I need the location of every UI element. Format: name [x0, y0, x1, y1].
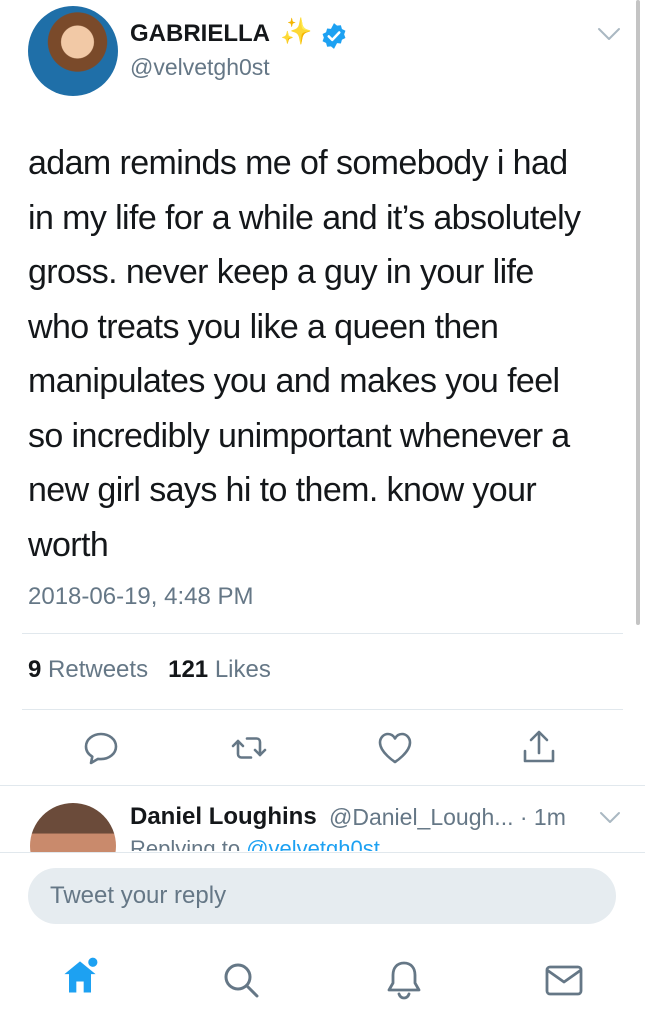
chevron-down-icon[interactable]: [595, 24, 623, 44]
share-icon[interactable]: [519, 728, 559, 768]
replying-prefix: Replying to: [130, 836, 241, 851]
scrollbar[interactable]: [636, 0, 640, 625]
reply-author-name[interactable]: Daniel Loughins: [130, 803, 317, 831]
divider: [0, 785, 645, 786]
like-count: 121: [168, 656, 209, 683]
reply-icon[interactable]: [81, 728, 121, 768]
home-icon[interactable]: [58, 954, 102, 998]
retweet-count: 9: [28, 656, 42, 683]
search-icon[interactable]: [219, 958, 263, 1002]
sparkles-emoji: ✨: [280, 16, 313, 46]
verified-badge-icon: [322, 23, 346, 49]
author-handle[interactable]: @velvetgh0st: [130, 54, 270, 81]
reply-input[interactable]: [28, 868, 616, 924]
author-avatar[interactable]: [28, 6, 118, 96]
retweet-icon[interactable]: [229, 728, 269, 768]
likes-stat[interactable]: 121 Likes: [168, 656, 271, 683]
like-icon[interactable]: [375, 728, 415, 768]
divider: [22, 633, 623, 634]
retweets-label: Retweets: [48, 656, 149, 683]
chevron-down-icon[interactable]: [597, 809, 623, 827]
divider: [22, 709, 623, 710]
tweet-timestamp: 2018-06-19, 4:48 PM: [28, 583, 254, 610]
reply-handle-time[interactable]: @Daniel_Lough... · 1m: [329, 804, 566, 831]
likes-label: Likes: [214, 656, 271, 683]
messages-icon[interactable]: [542, 958, 586, 1002]
replying-to: Replying to @velvetgh0st: [130, 836, 380, 851]
tweet-stats: 9 Retweets 121 Likes: [28, 656, 271, 684]
replying-to-handle[interactable]: @velvetgh0st: [246, 836, 380, 851]
tweet-text: adam reminds me of somebody i had in my …: [28, 144, 581, 564]
author-display-name[interactable]: GABRIELLA: [130, 20, 270, 48]
retweets-stat[interactable]: 9 Retweets: [28, 656, 148, 683]
notifications-icon[interactable]: [382, 958, 426, 1002]
